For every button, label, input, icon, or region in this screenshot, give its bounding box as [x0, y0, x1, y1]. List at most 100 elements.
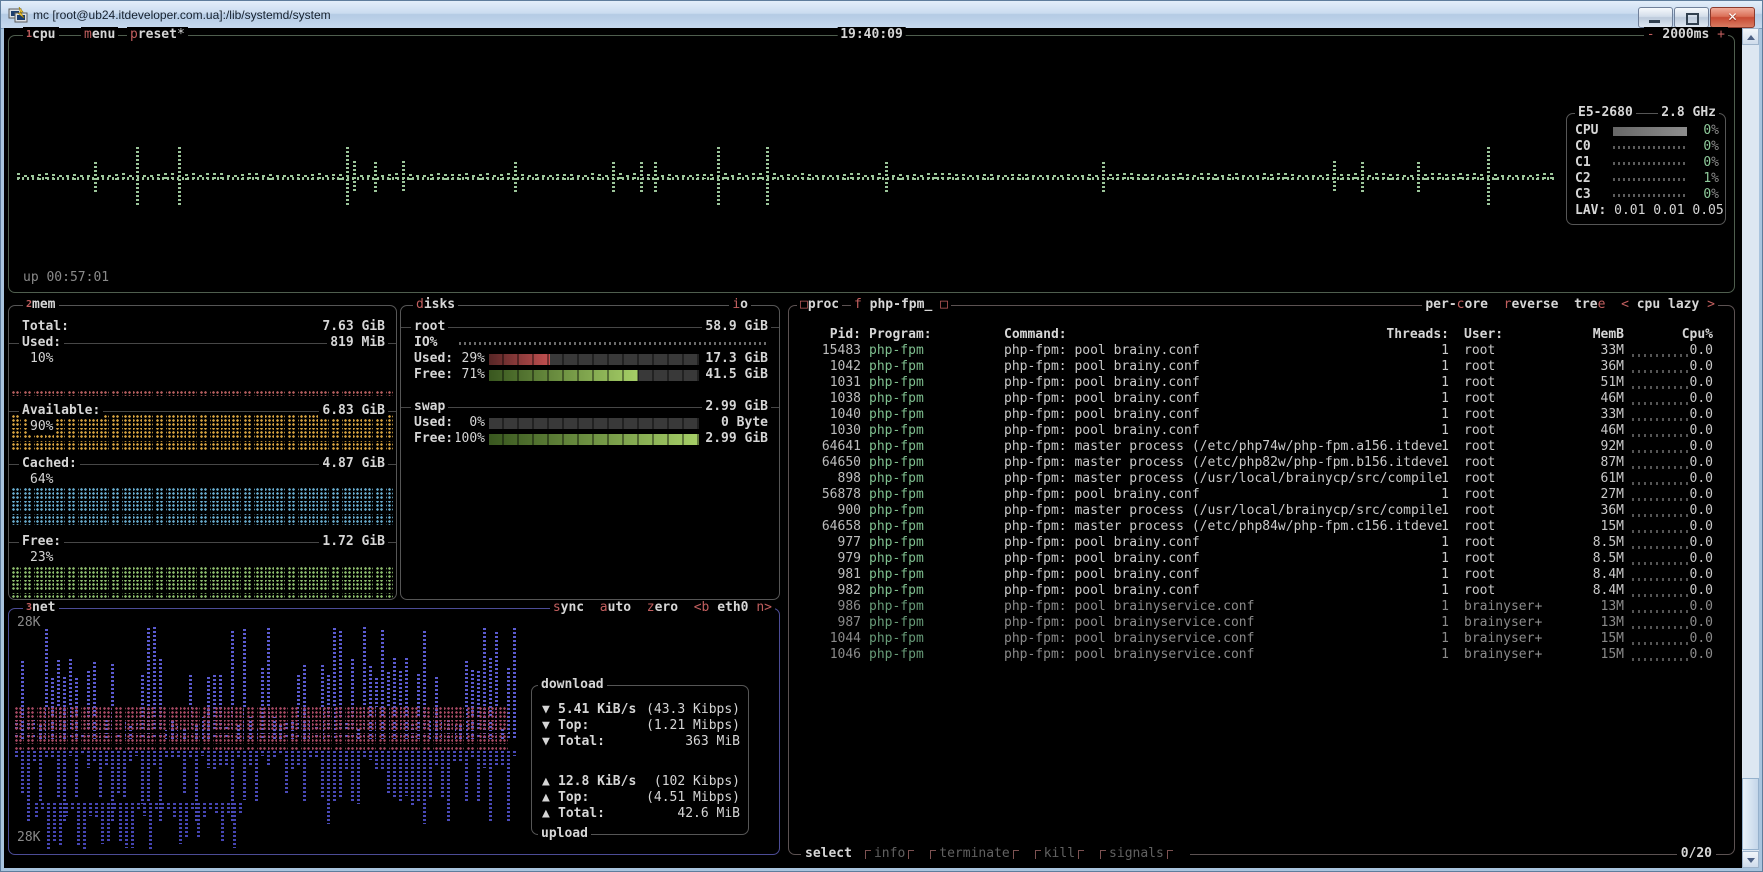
tree-button[interactable]: tree [1574, 297, 1605, 312]
process-row[interactable]: 1044php-fpmphp-fpm: pool brainyservice.c… [789, 631, 1734, 647]
kill-action[interactable]: kill [1032, 846, 1087, 862]
sort-column: cpu lazy [1637, 297, 1700, 312]
cpu-state-row: C30% [1567, 187, 1725, 203]
process-row[interactable]: 1042php-fpmphp-fpm: pool brainy.conf1roo… [789, 359, 1734, 375]
interval-decrease-button[interactable]: - [1647, 27, 1655, 42]
sort-next-button[interactable]: > [1707, 297, 1715, 312]
cpu-box: 1cpu menu preset* 19:40:09 - 2000ms + E5… [8, 35, 1735, 293]
scrollbar-thumb[interactable] [1742, 778, 1759, 850]
window-controls: ✕ [1638, 7, 1755, 28]
process-filter[interactable]: f php-fpm_ □ [851, 297, 951, 313]
disk-used-meter [489, 354, 699, 365]
process-row[interactable]: 981php-fpmphp-fpm: pool brainy.conf1root… [789, 567, 1734, 583]
upload-label: upload [538, 826, 591, 842]
signals-action[interactable]: signals [1097, 846, 1176, 862]
process-row[interactable]: 898php-fpmphp-fpm: master process (/usr/… [789, 471, 1734, 487]
download-stat-row: ▼Top:(1.21 Mibps) [532, 718, 748, 734]
mem-box-title[interactable]: 2mem [23, 297, 59, 313]
scroll-up-button[interactable] [1742, 28, 1759, 45]
upload-stat-row: ▲Top:(4.51 Mibps) [532, 790, 748, 806]
sort-prev-button[interactable]: < [1621, 297, 1629, 312]
upload-stat-row: ▲12.8 KiB/s(102 Kibps) [532, 774, 748, 790]
iface-next-button[interactable]: n> [756, 600, 772, 615]
process-row[interactable]: 900php-fpmphp-fpm: master process (/usr/… [789, 503, 1734, 519]
mem-usage-graph [12, 567, 393, 598]
up-arrow-icon: ▲ [542, 806, 550, 822]
process-row[interactable]: 977php-fpmphp-fpm: pool brainy.conf1root… [789, 535, 1734, 551]
download-stat-row: ▼Total:363 MiB [532, 734, 748, 750]
iface-prev-button[interactable]: <b [694, 600, 710, 615]
process-row[interactable]: 1030php-fpmphp-fpm: pool brainy.conf1roo… [789, 423, 1734, 439]
auto-button[interactable]: auto [600, 600, 631, 615]
interval-control: - 2000ms + [1644, 27, 1728, 43]
column-memb[interactable]: MemB [1559, 327, 1624, 343]
up-arrow-icon: ▲ [542, 790, 550, 806]
mem-section-cached: Cached:4.87 GiB [9, 456, 396, 472]
download-label: download [538, 677, 607, 693]
mem-usage-graph [12, 488, 393, 528]
terminate-action[interactable]: terminate [927, 846, 1021, 862]
scroll-down-button[interactable] [1742, 851, 1759, 868]
process-row[interactable]: 64641php-fpmphp-fpm: master process (/et… [789, 439, 1734, 455]
close-button[interactable]: ✕ [1710, 7, 1755, 28]
process-row[interactable]: 64650php-fpmphp-fpm: master process (/et… [789, 455, 1734, 471]
net-box-title[interactable]: 3net [23, 600, 59, 616]
per-core-button[interactable]: per-core [1425, 297, 1488, 312]
sync-button[interactable]: sync [553, 600, 584, 615]
scrollbar[interactable] [1742, 28, 1759, 868]
process-row[interactable]: 982php-fpmphp-fpm: pool brainy.conf1root… [789, 583, 1734, 599]
title-bar[interactable]: mc [root@ub24.itdeveloper.com.ua]:/lib/s… [1, 1, 1762, 29]
process-row[interactable]: 986php-fpmphp-fpm: pool brainyservice.co… [789, 599, 1734, 615]
mem-percent: 10% [9, 351, 396, 367]
process-table-header: Pid: Program: Command: Threads: User: Me… [789, 327, 1734, 343]
process-row[interactable]: 1040php-fpmphp-fpm: pool brainy.conf1roo… [789, 407, 1734, 423]
load-average: LAV: 0.01 0.01 0.05 [1575, 203, 1724, 219]
minimize-button[interactable] [1638, 7, 1673, 28]
up-arrow-icon: ▲ [542, 774, 550, 790]
proc-box-title[interactable]: □proc [797, 297, 842, 313]
info-action[interactable]: info [862, 846, 917, 862]
proc-hotkey: □ [800, 297, 808, 312]
process-row[interactable]: 64658php-fpmphp-fpm: master process (/et… [789, 519, 1734, 535]
cpu-details-panel: E5-2680 2.8 GHz CPU0%C00%C10%C21%C30% LA… [1566, 113, 1726, 225]
preset-button[interactable]: preset* [127, 27, 188, 43]
reverse-button[interactable]: reverse [1504, 297, 1559, 312]
filter-clear-button[interactable]: □ [940, 297, 948, 312]
net-stats-panel: download upload ▼5.41 KiB/s(43.3 Kibps)▼… [531, 685, 749, 835]
window-title: mc [root@ub24.itdeveloper.com.ua]:/lib/s… [33, 8, 331, 22]
net-buttons: sync auto zero <b eth0 n> [550, 600, 775, 616]
mem-usage-graph [12, 391, 393, 396]
cpu-model: E5-2680 [1575, 105, 1636, 121]
disk-io-row: IO% [401, 335, 779, 351]
column-pid[interactable]: Pid: [795, 327, 861, 343]
column-program[interactable]: Program: [869, 327, 999, 343]
process-row[interactable]: 1046php-fpmphp-fpm: pool brainyservice.c… [789, 647, 1734, 663]
process-row[interactable]: 1038php-fpmphp-fpm: pool brainy.conf1roo… [789, 391, 1734, 407]
mem-section-total: Total:7.63 GiB [9, 319, 396, 335]
zero-button[interactable]: zero [647, 600, 678, 615]
uptime: up 00:57:01 [23, 270, 109, 286]
column-user[interactable]: User: [1464, 327, 1556, 343]
column-threads[interactable]: Threads: [1349, 327, 1449, 343]
interval-increase-button[interactable]: + [1717, 27, 1725, 42]
select-action[interactable]: select [805, 846, 852, 862]
minimize-icon [1649, 20, 1660, 23]
cpu-box-title[interactable]: 1cpu [23, 27, 59, 43]
io-mode-button[interactable]: io [729, 297, 751, 313]
down-arrow-icon: ▼ [542, 734, 550, 750]
maximize-button[interactable] [1674, 7, 1709, 28]
process-row[interactable]: 1031php-fpmphp-fpm: pool brainy.conf1roo… [789, 375, 1734, 391]
disks-box-title[interactable]: disks [413, 297, 458, 313]
mem-section-free: Free:1.72 GiB [9, 534, 396, 550]
column-cpu[interactable]: Cpu% [1653, 327, 1713, 343]
process-row[interactable]: 979php-fpmphp-fpm: pool brainy.conf1root… [789, 551, 1734, 567]
cpu-usage-graph [17, 132, 1557, 224]
process-row[interactable]: 56878php-fpmphp-fpm: pool brainy.conf1ro… [789, 487, 1734, 503]
filter-input[interactable]: php-fpm_ [870, 297, 933, 312]
down-arrow-icon: ▼ [542, 702, 550, 718]
process-row[interactable]: 987php-fpmphp-fpm: pool brainyservice.co… [789, 615, 1734, 631]
mem-usage-graph [12, 415, 393, 451]
process-row[interactable]: 15483php-fpmphp-fpm: pool brainy.conf1ro… [789, 343, 1734, 359]
menu-button[interactable]: menu [81, 27, 118, 43]
interval-value: 2000ms [1662, 27, 1709, 42]
